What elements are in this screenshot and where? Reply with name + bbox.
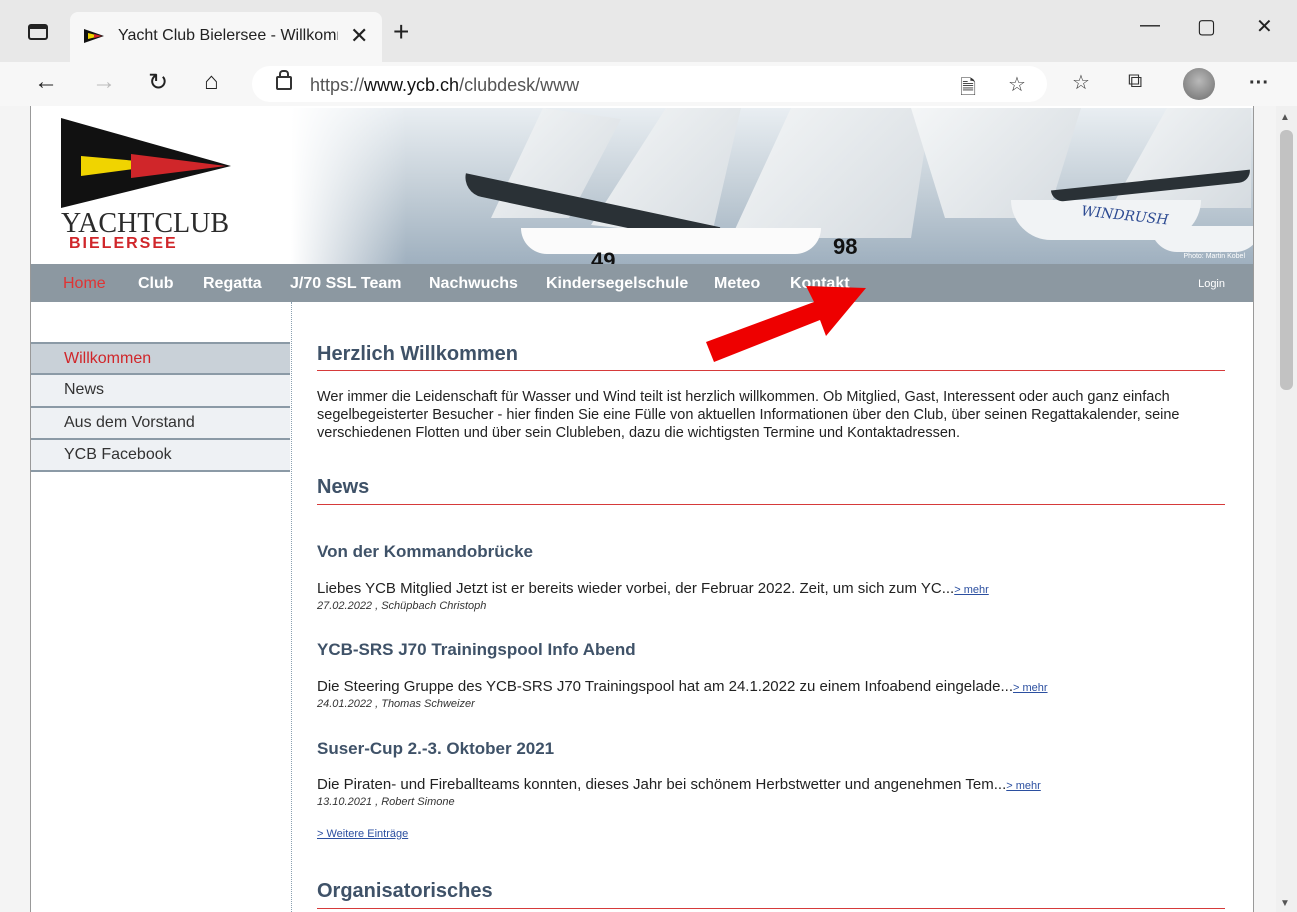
nav-kindersegelschule[interactable]: Kindersegelschule	[546, 275, 688, 293]
scroll-thumb[interactable]	[1280, 130, 1293, 390]
news-meta: 27.02.2022 , Schüpbach Christoph	[317, 600, 487, 612]
logo-subtitle: BIELERSEE	[69, 235, 178, 252]
browser-toolbar: ← → ↻ ⌂ https://www.ycb.ch/clubdesk/www …	[0, 62, 1297, 107]
club-logo-icon	[61, 118, 231, 208]
nav-regatta[interactable]: Regatta	[203, 275, 262, 293]
news-more-link[interactable]: > mehr	[954, 584, 989, 596]
tab-actions-icon[interactable]	[28, 24, 48, 40]
site-header: YACHTCLUB BIELERSEE WINDRUSH 49 98 Photo…	[31, 106, 1253, 264]
new-tab-button[interactable]: +	[393, 16, 409, 48]
read-aloud-icon[interactable]: 🗎	[960, 73, 976, 107]
news-excerpt: Liebes YCB Mitglied Jetzt ist er bereits…	[317, 580, 989, 597]
collections-icon[interactable]: ⧉	[1128, 70, 1142, 93]
tab-close-icon[interactable]: ✕	[350, 23, 368, 49]
news-title[interactable]: Suser-Cup 2.-3. Oktober 2021	[317, 739, 554, 759]
sidebar-item-label: YCB Facebook	[64, 446, 172, 463]
forward-icon[interactable]: →	[92, 68, 116, 96]
hero-sail-number-2: 98	[833, 234, 858, 259]
nav-club[interactable]: Club	[138, 275, 174, 293]
scroll-down-icon[interactable]: ▼	[1280, 898, 1290, 909]
sidebar-item-label: News	[64, 381, 105, 398]
browser-titlebar: Yacht Club Bielersee - Willkommen ✕ + — …	[0, 0, 1297, 62]
nav-home[interactable]: Home	[63, 275, 106, 293]
sidebar-item-willkommen[interactable]: Willkommen	[31, 342, 290, 375]
news-heading: News	[317, 476, 370, 498]
favicon-icon	[84, 29, 104, 43]
sidebar: Willkommen News Aus dem Vorstand YCB Fac…	[31, 302, 291, 912]
heading-divider	[317, 908, 1225, 909]
annotation-arrow-icon	[706, 286, 866, 362]
lock-icon[interactable]	[276, 70, 292, 90]
sidebar-item-news[interactable]: News	[31, 375, 290, 408]
site-container: YACHTCLUB BIELERSEE WINDRUSH 49 98 Photo…	[30, 106, 1254, 912]
nav-nachwuchs[interactable]: Nachwuchs	[429, 275, 518, 293]
page-scrollbar[interactable]: ▲ ▼	[1276, 106, 1297, 912]
sidebar-item-ycb-facebook[interactable]: YCB Facebook	[31, 440, 290, 472]
reload-icon[interactable]: ↻	[148, 68, 168, 97]
more-entries-link[interactable]: > Weitere Einträge	[317, 828, 408, 840]
login-link[interactable]: Login	[1198, 278, 1225, 290]
hero-sail-number: 49	[591, 248, 616, 264]
news-excerpt: Die Steering Gruppe des YCB-SRS J70 Trai…	[317, 678, 1048, 695]
home-icon[interactable]: ⌂	[204, 68, 219, 96]
news-title[interactable]: YCB-SRS J70 Trainingspool Info Abend	[317, 640, 636, 660]
org-heading: Organisatorisches	[317, 880, 493, 902]
scroll-up-icon[interactable]: ▲	[1280, 112, 1290, 123]
main-navigation: Home Club Regatta J/70 SSL Team Nachwuch…	[31, 264, 1253, 302]
news-excerpt: Die Piraten- und Fireballteams konnten, …	[317, 776, 1041, 793]
hero-image: WINDRUSH 49 98 Photo: Martin Kobel	[291, 108, 1253, 264]
photo-credit: Photo: Martin Kobel	[1183, 253, 1245, 260]
close-window-button[interactable]: ✕	[1256, 14, 1273, 39]
address-url: https://www.ycb.ch/clubdesk/www	[310, 75, 580, 95]
favorites-icon[interactable]: ☆	[1072, 70, 1090, 95]
page-viewport: YACHTCLUB BIELERSEE WINDRUSH 49 98 Photo…	[0, 106, 1276, 912]
sidebar-item-aus-dem-vorstand[interactable]: Aus dem Vorstand	[31, 408, 290, 440]
sidebar-item-label: Willkommen	[64, 350, 152, 367]
news-meta: 13.10.2021 , Robert Simone	[317, 796, 455, 808]
address-bar[interactable]: https://www.ycb.ch/clubdesk/www 🗎 ☆	[252, 66, 1047, 102]
maximize-button[interactable]: ▢	[1197, 14, 1216, 39]
welcome-heading: Herzlich Willkommen	[317, 343, 518, 365]
news-meta: 24.01.2022 , Thomas Schweizer	[317, 698, 475, 710]
news-title[interactable]: Von der Kommandobrücke	[317, 542, 533, 562]
browser-tab[interactable]: Yacht Club Bielersee - Willkommen ✕	[70, 12, 382, 62]
welcome-text: Wer immer die Leidenschaft für Wasser un…	[317, 389, 1180, 441]
news-more-link[interactable]: > mehr	[1006, 780, 1041, 792]
minimize-button[interactable]: —	[1140, 14, 1160, 37]
more-options-icon[interactable]: ···	[1249, 72, 1269, 95]
sidebar-item-label: Aus dem Vorstand	[64, 414, 195, 431]
back-icon[interactable]: ←	[34, 68, 58, 96]
tab-title: Yacht Club Bielersee - Willkommen	[118, 27, 338, 44]
sidebar-divider	[291, 302, 292, 912]
nav-j70-ssl-team[interactable]: J/70 SSL Team	[290, 275, 401, 293]
add-favorite-icon[interactable]: ☆	[1008, 72, 1026, 97]
heading-divider	[317, 504, 1225, 505]
profile-avatar[interactable]	[1183, 68, 1215, 100]
heading-divider	[317, 370, 1225, 371]
news-more-link[interactable]: > mehr	[1013, 682, 1048, 694]
